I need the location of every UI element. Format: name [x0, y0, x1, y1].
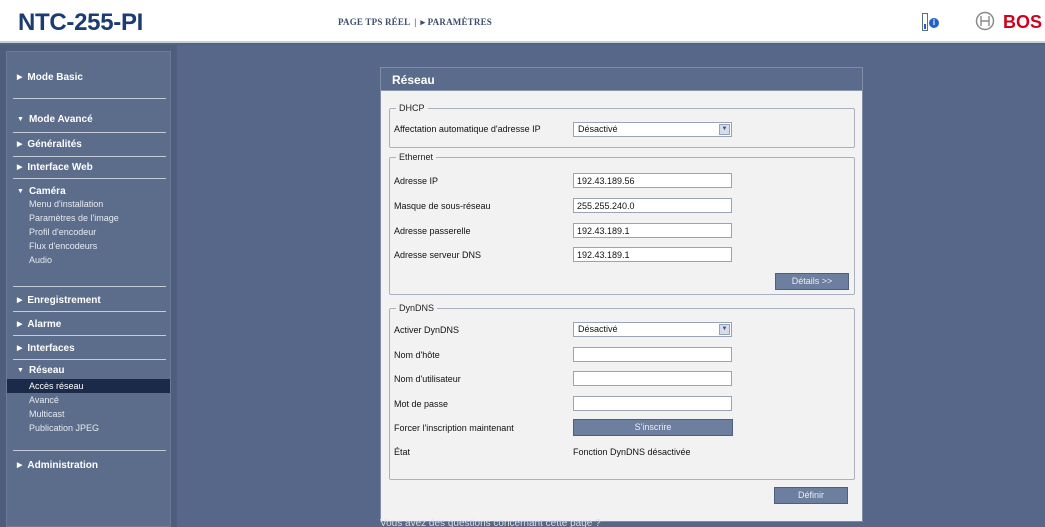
sidebar-subitem-multicast[interactable]: Multicast [7, 407, 170, 421]
hostname-label: Nom d'hôte [394, 350, 440, 360]
product-title: NTC-255-PI [18, 9, 144, 36]
enable-dyndns-select[interactable]: Désactivé ▼ [573, 322, 732, 337]
enable-dyndns-select-value: Désactivé [578, 324, 618, 334]
divider [13, 450, 166, 451]
main-content: Réseau DHCP Affectation automatique d'ad… [177, 45, 1045, 527]
submit-button[interactable]: Définir [774, 487, 848, 504]
sidebar-item-administration[interactable]: ▶ Administration [7, 460, 170, 471]
sidebar-item-web-interface[interactable]: ▶ Interface Web [7, 162, 170, 173]
sidebar-item-camera[interactable]: ▼ Caméra [7, 186, 170, 197]
triangle-right-icon: ▶ [17, 297, 23, 304]
triangle-right-icon: ▶ [17, 345, 23, 352]
hostname-input[interactable] [573, 347, 732, 362]
triangle-right-icon: ▶ [17, 74, 23, 81]
password-input[interactable] [573, 396, 732, 411]
help-info-icon[interactable]: i [922, 13, 939, 31]
divider [13, 132, 166, 133]
triangle-right-icon: ▶ [17, 321, 23, 328]
triangle-down-icon: ▼ [17, 116, 24, 123]
top-header: NTC-255-PI PAGE TPS RÉEL | ▸ PARAMÈTRES i … [0, 0, 1045, 43]
divider [13, 311, 166, 312]
username-label: Nom d'utilisateur [394, 374, 461, 384]
panel-title: Réseau [392, 73, 435, 87]
sidebar-item-recording[interactable]: ▶ Enregistrement [7, 295, 170, 306]
brand-logo-icon [975, 11, 995, 31]
details-button[interactable]: Détails >> [775, 273, 849, 290]
sidebar-item-interfaces[interactable]: ▶ Interfaces [7, 343, 170, 354]
sidebar-subitem-encoder-profile[interactable]: Profil d'encodeur [7, 225, 170, 239]
sidebar-subitem-network-access[interactable]: Accès réseau [7, 379, 170, 393]
divider [13, 156, 166, 157]
register-button[interactable]: S'inscrire [573, 419, 733, 436]
dns-server-label: Adresse serveur DNS [394, 250, 482, 260]
sidebar-mode-advanced[interactable]: ▼ Mode Avancé [7, 114, 170, 125]
nav-live-page-link[interactable]: PAGE TPS RÉEL [338, 17, 410, 27]
triangle-right-icon: ▶ [17, 141, 23, 148]
ethernet-group: Ethernet Adresse IP Masque de sous-résea… [389, 152, 855, 295]
sidebar-menu: ▶ Mode Basic ▼ Mode Avancé ▶ Généralités ▶ I… [6, 51, 171, 527]
help-question-link[interactable]: Vous avez des questions concernant cette… [380, 518, 601, 527]
sidebar-subitem-image-settings[interactable]: Paramètres de l'image [7, 211, 170, 225]
chevron-down-icon: ▼ [719, 324, 730, 335]
username-input[interactable] [573, 371, 732, 386]
subnet-mask-label: Masque de sous-réseau [394, 201, 491, 211]
divider [13, 286, 166, 287]
sidebar-item-general[interactable]: ▶ Généralités [7, 139, 170, 150]
nav-separator: | [414, 17, 417, 27]
ip-address-input[interactable] [573, 173, 732, 188]
password-label: Mot de passe [394, 399, 449, 409]
sidebar-subitem-jpeg-posting[interactable]: Publication JPEG [7, 421, 170, 435]
subnet-mask-input[interactable] [573, 198, 732, 213]
sidebar-item-alarm[interactable]: ▶ Alarme [7, 319, 170, 330]
dhcp-select[interactable]: Désactivé ▼ [573, 122, 732, 137]
force-registration-label: Forcer l'inscription maintenant [394, 423, 514, 433]
dhcp-label: Affectation automatique d'adresse IP [394, 124, 541, 134]
sidebar-item-network[interactable]: ▼ Réseau [7, 365, 170, 376]
dns-server-input[interactable] [573, 247, 732, 262]
chevron-down-icon: ▼ [719, 124, 730, 135]
enable-dyndns-label: Activer DynDNS [394, 325, 460, 335]
sidebar-subitem-advanced[interactable]: Avancé [7, 393, 170, 407]
triangle-right-icon: ▶ [17, 462, 23, 469]
divider [13, 98, 166, 99]
ethernet-legend: Ethernet [396, 152, 437, 162]
dhcp-select-value: Désactivé [578, 124, 618, 134]
sidebar: ▶ Mode Basic ▼ Mode Avancé ▶ Généralités ▶ I… [0, 45, 177, 527]
dhcp-legend: DHCP [396, 103, 428, 113]
sidebar-subitem-encoder-streams[interactable]: Flux d'encodeurs [7, 239, 170, 253]
divider [13, 335, 166, 336]
brand-name: BOS [1003, 12, 1043, 32]
network-settings-panel: Réseau DHCP Affectation automatique d'ad… [380, 67, 863, 522]
sidebar-subitem-audio[interactable]: Audio [7, 253, 170, 267]
top-navigation: PAGE TPS RÉEL | ▸ PARAMÈTRES [338, 17, 492, 28]
divider [13, 359, 166, 360]
nav-settings-link[interactable]: ▸ PARAMÈTRES [420, 17, 492, 27]
sidebar-subitem-installation-menu[interactable]: Menu d'installation [7, 197, 170, 211]
status-value: Fonction DynDNS désactivée [573, 447, 691, 457]
gateway-label: Adresse passerelle [394, 226, 471, 236]
panel-header: Réseau [381, 68, 862, 91]
gateway-input[interactable] [573, 223, 732, 238]
dyndns-group: DynDNS Activer DynDNS Désactivé ▼ Nom d'… [389, 303, 855, 480]
dyndns-legend: DynDNS [396, 303, 438, 313]
dhcp-group: DHCP Affectation automatique d'adresse I… [389, 103, 855, 148]
sidebar-mode-basic[interactable]: ▶ Mode Basic [7, 72, 170, 83]
ip-address-label: Adresse IP [394, 176, 439, 186]
divider [13, 178, 166, 179]
triangle-down-icon: ▼ [17, 367, 24, 374]
status-label: État [394, 447, 411, 457]
triangle-right-icon: ▶ [17, 164, 23, 171]
triangle-down-icon: ▼ [17, 188, 24, 195]
